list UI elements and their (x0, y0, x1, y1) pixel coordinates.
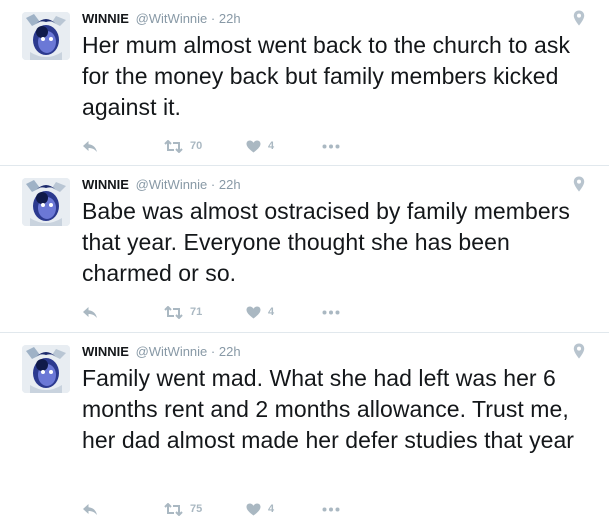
user-handle[interactable]: @WitWinnie (136, 11, 208, 26)
reply-icon (83, 140, 97, 152)
retweet-button[interactable]: 70 (164, 136, 202, 156)
like-count: 4 (268, 140, 275, 152)
heart-icon (246, 140, 261, 152)
retweet-count: 75 (190, 503, 203, 515)
tweet-actions: 71 4 (82, 302, 382, 322)
retweet-icon (164, 139, 183, 153)
more-dots-icon (322, 144, 340, 148)
tweet[interactable]: WINNIE @WitWinnie · 22h Family went mad.… (0, 333, 609, 532)
tweet-text: Her mum almost went back to the church t… (82, 32, 571, 120)
tweet-header: WINNIE @WitWinnie · 22h (82, 344, 241, 360)
like-count: 4 (268, 503, 275, 515)
like-button[interactable]: 4 (246, 499, 274, 519)
more-dots-icon (322, 507, 340, 511)
location-pin-icon[interactable] (573, 176, 585, 192)
separator: · (210, 177, 216, 192)
tweet-feed: WINNIE @WitWinnie · 22h Her mum almost w… (0, 0, 609, 532)
user-name[interactable]: WINNIE (82, 11, 129, 26)
reply-icon (83, 306, 97, 318)
user-name[interactable]: WINNIE (82, 177, 129, 192)
avatar[interactable] (22, 12, 70, 60)
tweet[interactable]: WINNIE @WitWinnie · 22h Her mum almost w… (0, 0, 609, 166)
separator: · (210, 11, 216, 26)
heart-icon (246, 503, 261, 515)
retweet-button[interactable]: 75 (164, 499, 202, 519)
location-pin-icon[interactable] (573, 10, 585, 26)
more-dots-icon (322, 310, 340, 314)
like-button[interactable]: 4 (246, 302, 274, 322)
avatar[interactable] (22, 178, 70, 226)
reply-icon (83, 503, 97, 515)
heart-icon (246, 306, 261, 318)
location-pin-icon[interactable] (573, 343, 585, 359)
user-handle[interactable]: @WitWinnie (136, 177, 208, 192)
avatar[interactable] (22, 345, 70, 393)
retweet-icon (164, 305, 183, 319)
separator: · (210, 344, 216, 359)
retweet-count: 71 (190, 306, 203, 318)
tweet-text: Babe was almost ostracised by family mem… (82, 198, 570, 286)
tweet-header: WINNIE @WitWinnie · 22h (82, 11, 241, 27)
reply-button[interactable] (82, 136, 98, 156)
retweet-icon (164, 502, 183, 516)
reply-button[interactable] (82, 499, 98, 519)
tweet-actions: 75 4 (82, 499, 382, 519)
reply-button[interactable] (82, 302, 98, 322)
retweet-count: 70 (190, 140, 203, 152)
tweet[interactable]: WINNIE @WitWinnie · 22h Babe was almost … (0, 166, 609, 333)
user-handle[interactable]: @WitWinnie (136, 344, 208, 359)
like-button[interactable]: 4 (246, 136, 274, 156)
more-button[interactable] (322, 499, 340, 519)
tweet-text: Family went mad. What she had left was h… (82, 365, 575, 453)
like-count: 4 (268, 306, 275, 318)
user-name[interactable]: WINNIE (82, 344, 129, 359)
retweet-button[interactable]: 71 (164, 302, 202, 322)
timestamp[interactable]: 22h (219, 177, 241, 192)
tweet-header: WINNIE @WitWinnie · 22h (82, 177, 241, 193)
timestamp[interactable]: 22h (219, 11, 241, 26)
timestamp[interactable]: 22h (219, 344, 241, 359)
more-button[interactable] (322, 136, 340, 156)
tweet-actions: 70 4 (82, 136, 382, 156)
more-button[interactable] (322, 302, 340, 322)
